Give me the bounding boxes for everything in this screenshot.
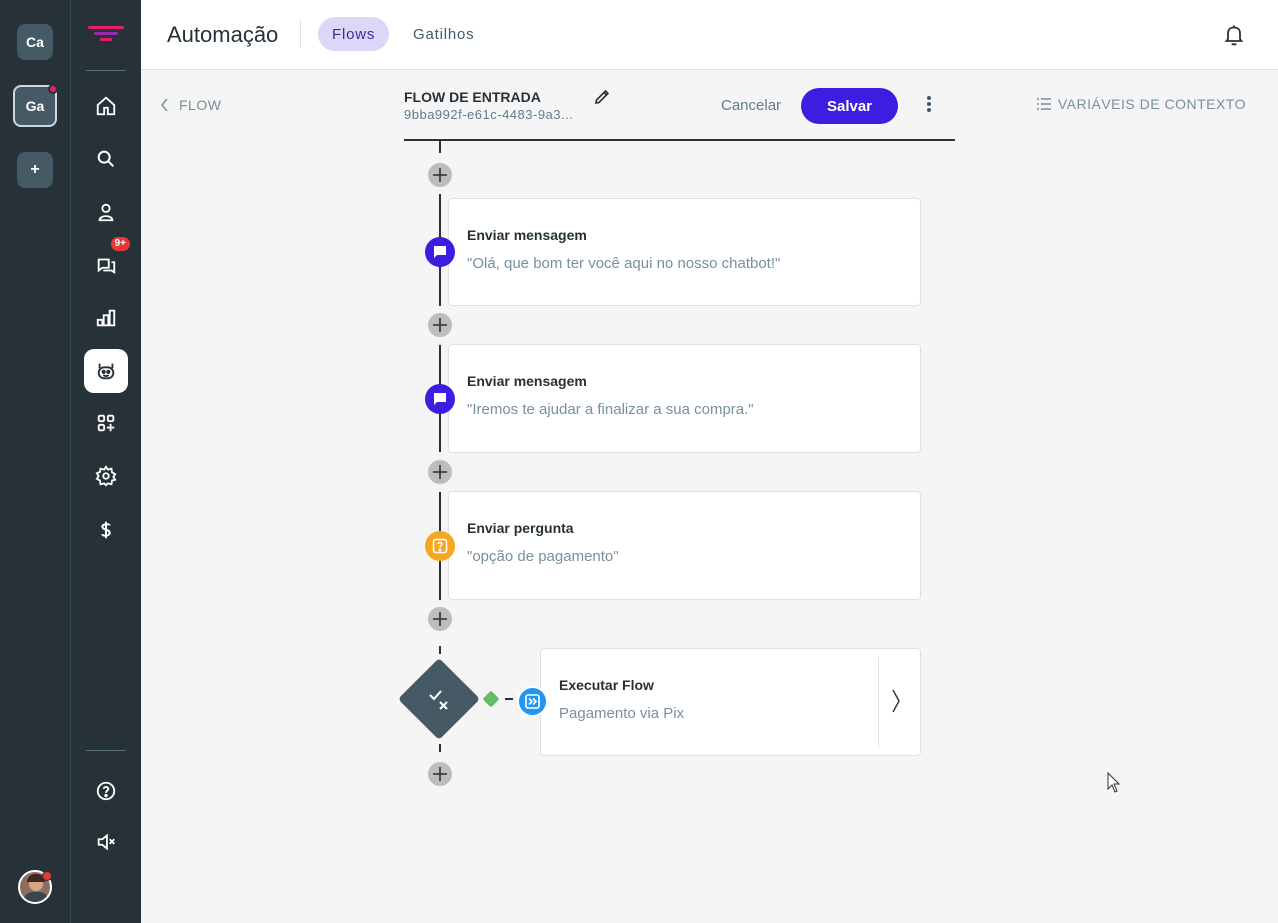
check-cross-icon	[429, 690, 448, 710]
step-card[interactable]: Enviar pergunta "opção de pagamento"	[448, 491, 921, 600]
add-workspace-label: +	[30, 161, 40, 178]
chat-bubble-icon	[434, 246, 446, 258]
more-vert-icon[interactable]	[923, 95, 935, 115]
workspace-label: Ca	[26, 34, 44, 50]
plus-icon	[433, 465, 447, 479]
add-step-button[interactable]	[428, 460, 452, 484]
double-chevron-right-icon	[525, 694, 540, 709]
add-workspace-button[interactable]: +	[17, 152, 53, 188]
top-header: Automação Flows Gatilhos	[141, 0, 1278, 70]
header-divider	[300, 20, 301, 48]
mouse-cursor-icon	[1107, 772, 1121, 793]
workspace-ga[interactable]: Ga	[13, 84, 58, 127]
workspace-rail: Ca Ga +	[0, 0, 70, 923]
plus-icon	[433, 318, 447, 332]
header-underline	[404, 139, 955, 141]
plus-icon	[433, 767, 447, 781]
branch-connector	[482, 690, 500, 708]
context-variables-label: VARIÁVEIS DE CONTEXTO	[1057, 96, 1246, 112]
chevron-right-icon[interactable]	[891, 689, 901, 713]
connector-line	[439, 141, 441, 153]
back-label: FLOW	[179, 97, 222, 113]
execute-flow-card[interactable]: Executar Flow Pagamento via Pix	[540, 648, 921, 756]
nav-automation[interactable]	[84, 349, 128, 393]
nav-chats[interactable]: 9+	[84, 237, 130, 287]
step-title: Enviar mensagem	[467, 373, 587, 389]
nav-sidebar: 9+	[70, 0, 141, 923]
home-icon	[96, 96, 116, 116]
add-step-button[interactable]	[428, 607, 452, 631]
step-content: "Olá, que bom ter você aqui no nosso cha…	[467, 255, 781, 272]
question-box-icon	[432, 538, 448, 554]
nav-home[interactable]	[84, 84, 128, 128]
step-card[interactable]: Enviar mensagem "Iremos te ajudar a fina…	[448, 344, 921, 453]
apps-add-icon	[97, 414, 115, 432]
nav-billing[interactable]	[84, 508, 128, 552]
message-step-icon	[425, 384, 455, 414]
nav-divider	[86, 750, 126, 751]
tab-flows[interactable]: Flows	[318, 17, 390, 51]
pencil-icon[interactable]	[593, 88, 611, 106]
add-step-button[interactable]	[428, 762, 452, 786]
workspace-label: Ga	[25, 98, 45, 114]
nav-sound[interactable]	[84, 820, 128, 864]
connector-line	[439, 744, 441, 752]
connector-line	[439, 646, 441, 654]
flow-name: FLOW DE ENTRADA	[404, 89, 541, 105]
nav-search[interactable]	[84, 137, 128, 181]
step-title: Enviar mensagem	[467, 227, 587, 243]
list-icon	[1036, 98, 1051, 110]
back-button[interactable]: FLOW	[161, 97, 221, 113]
execute-flow-subtitle: Pagamento via Pix	[559, 705, 685, 722]
avatar-status-dot	[42, 871, 52, 881]
workspace-ca[interactable]: Ca	[17, 24, 53, 60]
flow-toolbar: FLOW FLOW DE ENTRADA 9bba992f-e61c-4483-…	[141, 71, 1278, 141]
plus-icon	[433, 168, 447, 182]
tab-gatilhos[interactable]: Gatilhos	[399, 17, 488, 51]
add-step-button[interactable]	[428, 313, 452, 337]
step-content: "opção de pagamento"	[467, 548, 619, 565]
chat-badge: 9+	[110, 237, 130, 251]
nav-contacts[interactable]	[84, 190, 128, 234]
card-divider	[878, 657, 879, 747]
bot-icon	[97, 363, 115, 380]
step-title: Enviar pergunta	[467, 520, 574, 536]
chat-icon	[97, 258, 116, 275]
save-button[interactable]: Salvar	[801, 88, 898, 124]
reports-icon	[96, 309, 116, 327]
chevron-left-icon	[161, 98, 168, 112]
step-card[interactable]: Enviar mensagem "Olá, que bom ter você a…	[448, 198, 921, 306]
contacts-icon	[98, 203, 114, 222]
page-title: Automação	[167, 22, 279, 47]
execute-flow-icon	[517, 686, 548, 717]
chat-bubble-icon	[434, 393, 446, 405]
nav-settings[interactable]	[84, 454, 128, 498]
nav-apps[interactable]	[84, 401, 128, 445]
connector-line	[505, 698, 513, 700]
add-step-button[interactable]	[428, 163, 452, 187]
notification-dot	[48, 84, 58, 94]
dollar-icon	[101, 521, 111, 539]
question-step-icon	[425, 531, 455, 561]
nav-divider	[86, 70, 126, 71]
flow-id: 9bba992f-e61c-4483-9a3...	[404, 107, 574, 122]
plus-icon	[433, 612, 447, 626]
execute-flow-title: Executar Flow	[559, 677, 654, 693]
context-variables-button[interactable]: VARIÁVEIS DE CONTEXTO	[1036, 96, 1246, 112]
settings-icon	[95, 465, 117, 487]
search-icon	[97, 150, 115, 168]
nav-help[interactable]	[84, 769, 128, 813]
cancel-button[interactable]: Cancelar	[721, 97, 781, 114]
mute-icon	[97, 833, 115, 851]
bell-icon[interactable]	[1224, 24, 1244, 46]
nav-reports[interactable]	[84, 296, 128, 340]
message-step-icon	[425, 237, 455, 267]
help-icon	[96, 781, 116, 801]
step-content: "Iremos te ajudar a finalizar a sua comp…	[467, 401, 754, 418]
brand-logo	[88, 26, 124, 41]
